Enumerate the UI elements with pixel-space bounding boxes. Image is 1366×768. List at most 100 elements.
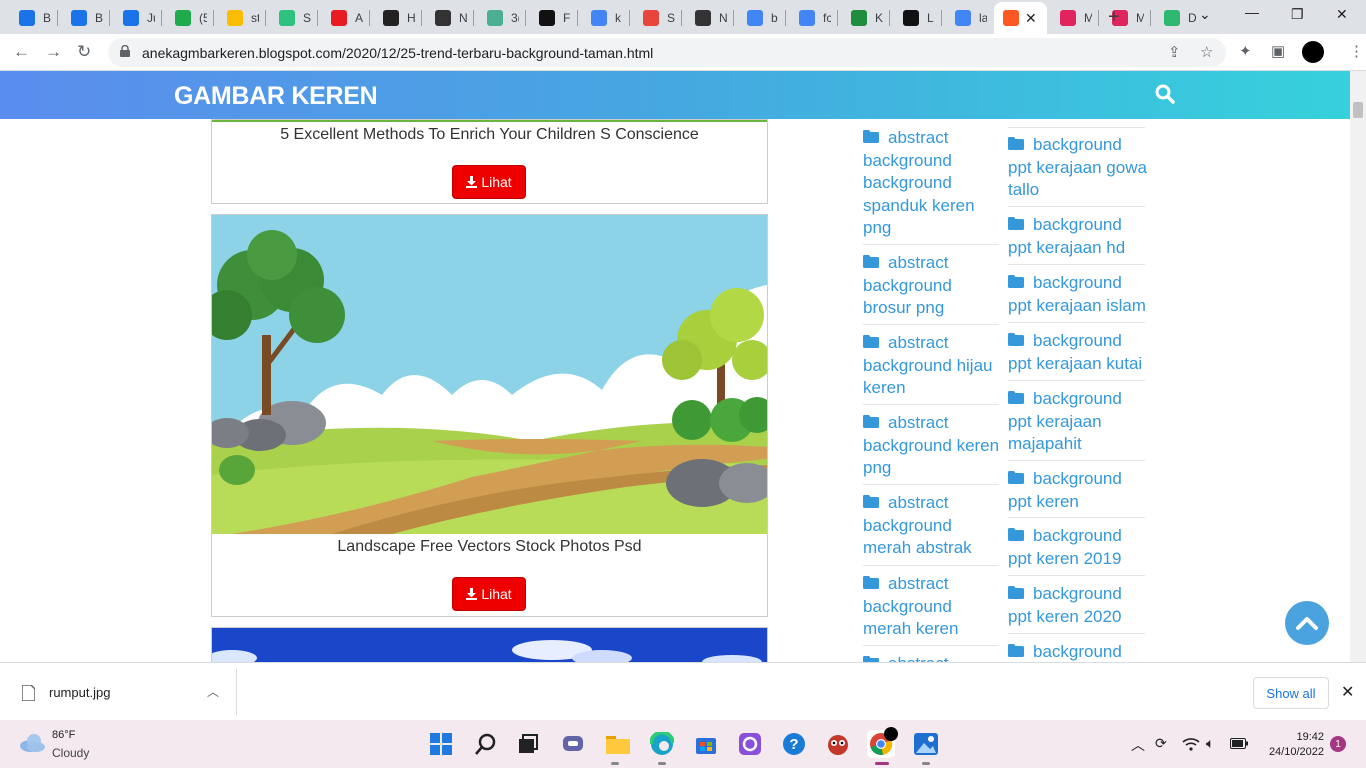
tag-label: background — [1033, 584, 1122, 603]
tag-link[interactable]: abstract background merah abstrak — [863, 492, 972, 560]
landscape-image[interactable] — [212, 215, 767, 534]
lihat-button[interactable]: Lihat — [452, 165, 526, 199]
store-icon[interactable] — [692, 730, 720, 758]
vertical-scrollbar[interactable] — [1350, 71, 1366, 662]
site-title[interactable]: GAMBAR KEREN — [174, 82, 378, 111]
tag-link[interactable]: background ppt keren 2019 — [1008, 525, 1122, 570]
tag-link[interactable]: abstract background keren png — [863, 412, 999, 480]
chevron-up-icon[interactable]: ︿ — [207, 683, 219, 700]
scroll-to-top-button[interactable] — [1285, 601, 1329, 645]
task-view-icon[interactable] — [514, 730, 542, 758]
tag-link[interactable]: background ppt keren — [1008, 468, 1122, 513]
address-bar[interactable]: anekagmbarkeren.blogspot.com/2020/12/25-… — [108, 38, 1226, 67]
clock[interactable]: 19:42 24/10/2022 — [1262, 730, 1324, 760]
sky-image[interactable] — [212, 628, 767, 662]
browser-tab[interactable]: N — [686, 5, 734, 31]
browser-tab[interactable]: Ju — [114, 5, 162, 31]
windows-start-icon[interactable] — [427, 730, 455, 758]
folder-icon — [1008, 468, 1024, 484]
tag-link[interactable]: background ppt kerajaan majapahit — [1008, 388, 1122, 456]
tag-link[interactable]: abstract — [863, 653, 948, 662]
browser-tab[interactable]: N — [426, 5, 474, 31]
sync-icon[interactable]: ⟳ — [1155, 735, 1167, 752]
volume-icon[interactable]: 🔈︎ — [1206, 735, 1214, 752]
weather-temperature[interactable]: 86°F — [52, 729, 75, 741]
search-icon[interactable] — [1154, 83, 1176, 105]
clock-time: 19:42 — [1296, 731, 1324, 743]
file-explorer-icon[interactable] — [604, 730, 632, 758]
tag-link[interactable]: background ppt kerajaan islam — [1008, 272, 1146, 317]
browser-tab[interactable]: K — [842, 5, 890, 31]
tag-link[interactable]: abstract background brosur png — [863, 252, 952, 320]
browser-tab[interactable]: A — [322, 5, 370, 31]
browser-tab[interactable]: M — [1051, 5, 1099, 31]
tray-chevron-icon[interactable]: ︿ — [1131, 735, 1145, 755]
profile-avatar[interactable] — [1302, 41, 1324, 63]
tag-link[interactable]: background ppt kerajaan kutai — [1008, 330, 1142, 375]
extensions-icon[interactable]: ✦ — [1239, 42, 1252, 60]
tag-link[interactable]: abstract background background spanduk kere… — [863, 127, 975, 240]
divider — [236, 669, 237, 715]
close-icon[interactable]: ✕ — [1341, 682, 1354, 702]
tag-link[interactable]: abstract background hijau keren — [863, 332, 992, 400]
site-header: GAMBAR KEREN — [0, 71, 1350, 119]
scrollbar-thumb[interactable] — [1353, 102, 1363, 118]
lihat-button[interactable]: Lihat — [452, 577, 526, 611]
search-icon[interactable] — [472, 730, 500, 758]
purple-app-icon[interactable] — [736, 730, 764, 758]
browser-tab[interactable]: ✕ — [994, 2, 1047, 34]
reload-icon[interactable]: ↻ — [77, 42, 91, 62]
restore-icon[interactable]: ❐ — [1291, 6, 1304, 23]
browser-tab[interactable]: la — [946, 5, 994, 31]
browser-tab[interactable]: 3( — [478, 5, 526, 31]
side-panel-icon[interactable]: ▣ — [1271, 42, 1285, 60]
tab-separator — [629, 10, 630, 26]
browser-tab[interactable]: H — [374, 5, 422, 31]
tag-link[interactable]: abstract background merah keren — [863, 573, 958, 641]
notification-badge[interactable]: 1 — [1330, 736, 1346, 752]
close-tab-icon[interactable]: ✕ — [1025, 10, 1037, 27]
download-bar: rumput.jpg ︿ Show all ✕ — [0, 662, 1366, 720]
back-icon[interactable]: ← — [13, 42, 30, 62]
download-filename[interactable]: rumput.jpg — [49, 685, 110, 700]
cloud-icon[interactable] — [18, 732, 46, 754]
battery-icon[interactable] — [1230, 738, 1248, 749]
browser-tab[interactable]: b — [738, 5, 786, 31]
browser-tab[interactable]: L — [894, 5, 942, 31]
tag-link[interactable]: background ppt keren 2020 — [1008, 583, 1122, 628]
show-all-button[interactable]: Show all — [1253, 677, 1329, 709]
browser-tab[interactable]: D — [1155, 5, 1203, 31]
wifi-icon[interactable] — [1182, 737, 1200, 751]
forward-icon[interactable]: → — [45, 42, 62, 62]
bookmark-star-icon[interactable]: ☆ — [1200, 43, 1213, 61]
chat-icon[interactable] — [559, 730, 587, 758]
browser-tab[interactable]: (5 — [166, 5, 214, 31]
tag-link[interactable]: background ppt kerajaan gowa tallo — [1008, 134, 1147, 202]
browser-tab[interactable]: B — [62, 5, 110, 31]
taskbar: 86°F Cloudy ? ︿ ⟳ 🔈︎ 19:42 24/10/2022 1 — [0, 720, 1366, 768]
edge-icon[interactable] — [648, 730, 676, 758]
browser-tab[interactable]: S — [634, 5, 682, 31]
tag-link[interactable]: background ppt kerajaan hd — [1008, 214, 1125, 259]
tag-link[interactable]: background — [1008, 641, 1122, 662]
menu-icon[interactable]: ⋮ — [1349, 42, 1364, 60]
browser-tab[interactable]: st — [218, 5, 266, 31]
share-icon[interactable]: ⇪ — [1168, 43, 1181, 61]
close-window-icon[interactable]: ✕ — [1336, 6, 1348, 23]
browser-tab[interactable]: B — [10, 5, 58, 31]
new-tab-button[interactable]: + — [1108, 6, 1120, 29]
minimize-icon[interactable]: — — [1245, 4, 1259, 20]
tag-label: abstract — [888, 413, 949, 432]
browser-tab[interactable]: fc — [790, 5, 838, 31]
weather-condition[interactable]: Cloudy — [52, 746, 89, 760]
game-icon[interactable] — [824, 730, 852, 758]
browser-tab[interactable]: F — [530, 5, 578, 31]
browser-tab[interactable]: Sc — [270, 5, 318, 31]
tab-search-icon[interactable]: ⌄ — [1199, 6, 1211, 23]
shield-check-icon — [1164, 10, 1180, 26]
help-icon[interactable]: ? — [780, 730, 808, 758]
browser-tab[interactable]: k — [582, 5, 630, 31]
url-text[interactable]: anekagmbarkeren.blogspot.com/2020/12/25-… — [142, 45, 653, 61]
lock-icon[interactable] — [120, 45, 130, 57]
photos-icon[interactable] — [912, 730, 940, 758]
